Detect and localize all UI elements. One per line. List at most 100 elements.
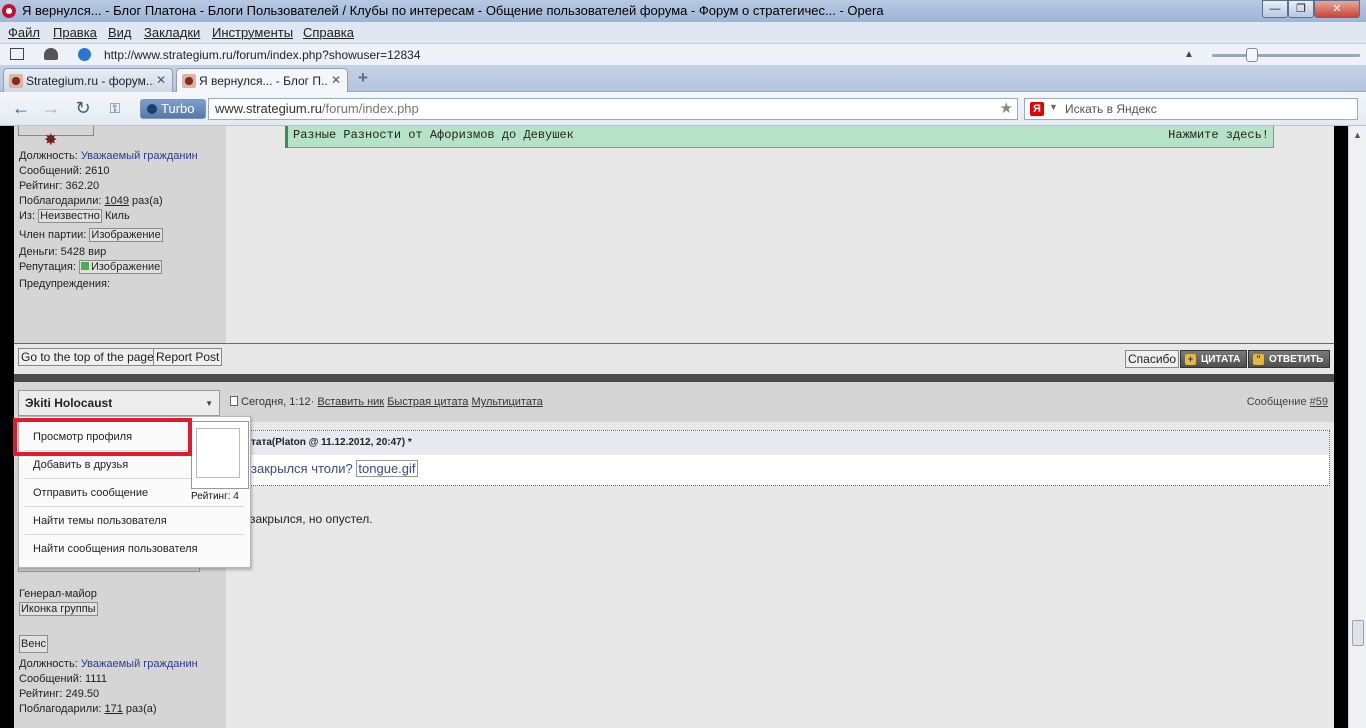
flag-image: Неизвестно	[38, 209, 102, 223]
yandex-icon[interactable]: Я	[1030, 102, 1044, 116]
user2-position: Должность: Уважаемый гражданин	[19, 658, 198, 670]
forward-arrow-icon[interactable]: →	[40, 98, 62, 120]
post1-user-panel: ✸ Должность: Уважаемый гражданин Сообщен…	[14, 126, 226, 343]
user1-rating: Рейтинг: 362.20	[19, 180, 100, 192]
tab-close-icon[interactable]: ✕	[331, 73, 341, 87]
key-icon[interactable]: ⚿	[104, 98, 126, 120]
address-host: www.strategium.ru	[215, 101, 322, 116]
chevron-down-icon: ▼	[205, 399, 213, 408]
scrollbar-thumb[interactable]	[1352, 620, 1364, 646]
flag-image: Венс	[19, 635, 49, 653]
user1-warnings: Предупреждения:	[19, 278, 111, 290]
panel-toggle-icon[interactable]	[10, 48, 24, 60]
search-engine-dropdown-icon[interactable]: ▼	[1049, 102, 1058, 112]
menu-bookmarks[interactable]: Закладки	[144, 25, 200, 40]
minimize-button[interactable]: —	[1262, 0, 1288, 18]
window-title: Я вернулся... - Блог Платона - Блоги Пол…	[22, 3, 884, 18]
tab-close-icon[interactable]: ✕	[156, 73, 166, 87]
turbo-button[interactable]: Turbo	[140, 99, 206, 119]
post-icon	[230, 396, 238, 406]
opera-logo-icon	[2, 4, 16, 18]
user1-from: Из: Неизвестно Киль	[19, 209, 130, 223]
menu-file[interactable]: Файл	[8, 25, 40, 40]
thanks-button[interactable]: Спасибо	[1125, 350, 1180, 368]
user2-thanks: Поблагодарили: 171 раз(а)	[19, 703, 157, 715]
turbo-label: Turbo	[161, 101, 195, 116]
maximize-button[interactable]: ❐	[1288, 0, 1314, 18]
go-top-button[interactable]: Go to the top of the page	[18, 348, 157, 366]
user1-party: Член партии: Изображение	[19, 228, 163, 242]
tab-strategium[interactable]: Strategium.ru - форум... ✕	[3, 68, 173, 92]
bookmark-star-icon[interactable]: ★	[1000, 99, 1013, 117]
vertical-scrollbar[interactable]: ▲	[1348, 126, 1366, 728]
info-bar: http://www.strategium.ru/forum/index.php…	[0, 44, 1366, 66]
zoom-slider[interactable]	[1212, 54, 1360, 57]
post1-actions: Go to the top of the page Report Post Сп…	[14, 344, 1334, 374]
menu-edit[interactable]: Правка	[53, 25, 97, 40]
user2-posts: Сообщений: 1111	[19, 673, 108, 685]
popup-avatar	[191, 421, 249, 489]
post-separator	[14, 374, 1334, 382]
reload-icon[interactable]: ↻	[72, 98, 94, 120]
insert-nick-link[interactable]: Вставить ник	[317, 396, 384, 408]
find-posts-item[interactable]: Найти сообщения пользователя	[25, 535, 245, 563]
back-arrow-icon[interactable]: ←	[10, 98, 32, 120]
reply-button[interactable]: ” ОТВЕТИТЬ	[1248, 350, 1331, 368]
user2-rank: Генерал-майор	[19, 588, 97, 600]
address-field[interactable]: www.strategium.ru/forum/index.php ★	[208, 98, 1018, 120]
user2-group-icon: Иконка группы	[19, 602, 98, 616]
scroll-up-arrow-icon[interactable]: ▲	[1353, 130, 1362, 140]
smiley-image: tongue.gif	[356, 460, 418, 477]
user2-rating: Рейтинг: 249.50	[19, 688, 100, 700]
user1-position-link[interactable]: Уважаемый гражданин	[81, 150, 198, 162]
user1-thanks: Поблагодарили: 1049 раз(а)	[19, 195, 163, 207]
multiquote-link[interactable]: Мультицитата	[471, 396, 542, 408]
quote-header: тата(Platon @ 11.12.2012, 20:47) *	[247, 431, 1329, 455]
address-path: /forum/index.php	[321, 101, 419, 116]
user1-position: Должность: Уважаемый гражданин	[19, 150, 198, 162]
search-field[interactable]: Я ▼ Искать в Яндекс	[1024, 98, 1358, 120]
quote-anchor-icon: *	[407, 437, 412, 448]
reputation-icon	[80, 262, 89, 270]
plus-icon: +	[1185, 354, 1196, 365]
user1-thanks-link[interactable]: 1049	[105, 195, 129, 207]
cloud-icon[interactable]	[44, 48, 58, 60]
menu-view[interactable]: Вид	[108, 25, 132, 40]
speed-dial-icon[interactable]	[78, 48, 91, 61]
user1-reputation: Репутация: Изображение	[19, 260, 163, 274]
post2-username: Эkiti Holocaust	[25, 396, 113, 410]
menu-help[interactable]: Справка	[303, 25, 354, 40]
ad-marker	[285, 126, 288, 148]
quote-block: тата(Platon @ 11.12.2012, 20:47) * закры…	[246, 430, 1330, 486]
quote-button[interactable]: + ЦИТАТА	[1180, 350, 1248, 368]
tab-label: Я вернулся... - Блог П...	[199, 74, 327, 88]
find-topics-item[interactable]: Найти темы пользователя	[25, 507, 245, 535]
user-dropdown[interactable]: Эkiti Holocaust ▼	[18, 390, 220, 416]
popup-rating: Рейтинг: 4	[189, 490, 241, 503]
quote-text: закрылся чтоли? tongue.gif	[251, 460, 418, 477]
menu-tools[interactable]: Инструменты	[212, 25, 293, 40]
post1-body	[226, 126, 1334, 343]
group-icon-image: Иконка группы	[19, 602, 98, 616]
party-image: Изображение	[89, 228, 163, 242]
report-post-button[interactable]: Report Post	[153, 348, 223, 366]
new-tab-button[interactable]: +	[354, 69, 372, 88]
user2-thanks-link[interactable]: 171	[105, 703, 123, 715]
post2-meta: Сегодня, 1:12· Вставить ник Быстрая цита…	[230, 396, 543, 408]
scroll-up-icon[interactable]: ▲	[1184, 49, 1194, 60]
tab-favicon-icon	[182, 74, 196, 88]
menu-bar: Файл Правка Вид Закладки Инструменты Спр…	[0, 22, 1366, 44]
user2-flag: Венс	[19, 635, 49, 653]
quick-quote-link[interactable]: Быстрая цитата	[387, 396, 468, 408]
zoom-slider-knob[interactable]	[1246, 48, 1258, 62]
user2-position-link[interactable]: Уважаемый гражданин	[81, 658, 198, 670]
ad-link[interactable]: Нажмите здесь!	[1168, 128, 1269, 142]
post2-text: закрылся, но опустел.	[250, 512, 373, 526]
status-url: http://www.strategium.ru/forum/index.php…	[104, 48, 421, 62]
ad-banner[interactable]: Разные Разности от Афоризмов до Девушек …	[285, 126, 1274, 148]
tab-label: Strategium.ru - форум...	[26, 74, 154, 88]
post-number-link[interactable]: #59	[1310, 396, 1328, 408]
search-placeholder: Искать в Яндекс	[1065, 102, 1157, 116]
close-window-button[interactable]: ✕	[1314, 0, 1360, 18]
tab-blog-post[interactable]: Я вернулся... - Блог П... ✕	[176, 68, 348, 92]
